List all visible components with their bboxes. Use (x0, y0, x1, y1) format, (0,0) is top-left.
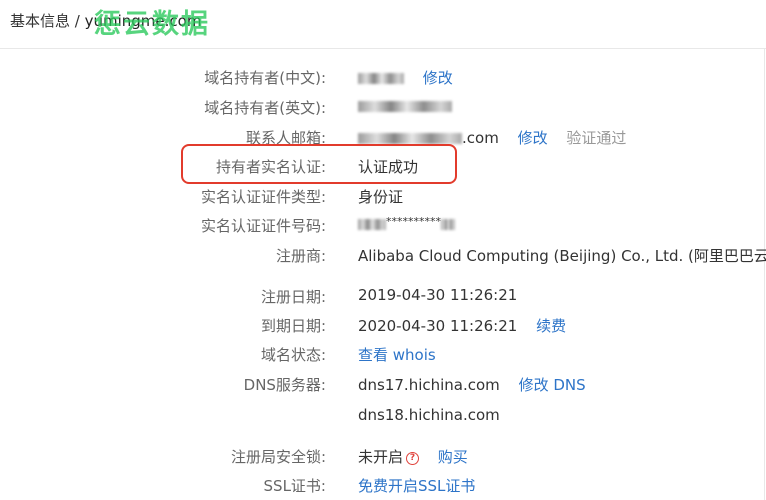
email-redacted (358, 133, 462, 144)
view-whois-link[interactable]: 查看 whois (358, 344, 436, 365)
owner-en-label: 域名持有者(英文): (204, 99, 326, 117)
exp-date-value: 2020-04-30 11:26:21 (358, 317, 518, 335)
exp-date-row: 到期日期: 2020-04-30 11:26:21 续费 (0, 315, 766, 339)
edit-dns-link[interactable]: 修改 DNS (519, 376, 586, 394)
owner-cn-label: 域名持有者(中文): (204, 69, 326, 87)
exp-date-label: 到期日期: (260, 317, 326, 335)
registrar-value: Alibaba Cloud Computing (Beijing) Co., L… (358, 247, 766, 265)
edit-email-link[interactable]: 修改 (518, 129, 548, 147)
email-suffix: .com (462, 129, 499, 147)
enable-ssl-link[interactable]: 免费开启SSL证书 (358, 475, 475, 496)
dns-row: DNS服务器: dns17.hichina.com 修改 DNS (0, 374, 766, 398)
dns-server-2: dns18.hichina.com (358, 406, 500, 424)
cert-no-label: 实名认证证件号码: (200, 217, 326, 235)
registry-lock-value: 未开启 (358, 448, 404, 466)
dns-row-2: dns18.hichina.com (0, 406, 766, 430)
realname-value: 认证成功 (358, 158, 419, 176)
buy-lock-link[interactable]: 购买 (438, 448, 468, 466)
reg-date-row: 注册日期: 2019-04-30 11:26:21 (0, 286, 766, 310)
dns-server-1: dns17.hichina.com (358, 376, 500, 394)
cert-type-label: 实名认证证件类型: (200, 188, 326, 206)
registrar-label: 注册商: (275, 247, 326, 265)
cert-type-value: 身份证 (358, 188, 404, 206)
owner-en-row: 域名持有者(英文): (0, 97, 766, 121)
email-verified-status: 验证通过 (566, 129, 627, 147)
realname-row: 持有者实名认证: 认证成功 (0, 156, 766, 180)
renew-link[interactable]: 续费 (536, 317, 566, 335)
owner-cn-row: 域名持有者(中文): 修改 (0, 67, 766, 91)
registry-lock-label: 注册局安全锁: (230, 448, 326, 466)
domain-status-label: 域名状态: (260, 346, 326, 364)
cert-no-masked: ********** (386, 215, 441, 228)
breadcrumb-separator: / (70, 12, 85, 30)
reg-date-label: 注册日期: (260, 288, 326, 306)
ssl-label: SSL证书: (263, 477, 326, 495)
owner-en-redacted (358, 101, 452, 112)
header-bar: 基本信息 / yumingme.com 惩云数据 (0, 0, 766, 49)
registry-lock-row: 注册局安全锁: 未开启? 购买 (0, 446, 766, 470)
ssl-row: SSL证书: 免费开启SSL证书 (0, 475, 766, 499)
cert-no-row: 实名认证证件号码: ********** (0, 215, 766, 239)
cert-type-row: 实名认证证件类型: 身份证 (0, 186, 766, 210)
watermark-text: 惩云数据 (94, 9, 210, 40)
breadcrumb-section[interactable]: 基本信息 (10, 12, 70, 30)
edit-owner-cn-link[interactable]: 修改 (423, 69, 453, 87)
registrar-row: 注册商: Alibaba Cloud Computing (Beijing) C… (0, 245, 766, 269)
domain-status-row: 域名状态: 查看 whois (0, 344, 766, 368)
reg-date-value: 2019-04-30 11:26:21 (358, 286, 518, 304)
dns-label: DNS服务器: (243, 376, 326, 394)
realname-label: 持有者实名认证: (215, 158, 326, 176)
cert-no-redacted-end (441, 219, 455, 230)
owner-cn-redacted (358, 73, 404, 84)
help-icon[interactable]: ? (406, 452, 420, 465)
cert-no-redacted-start (358, 219, 386, 230)
